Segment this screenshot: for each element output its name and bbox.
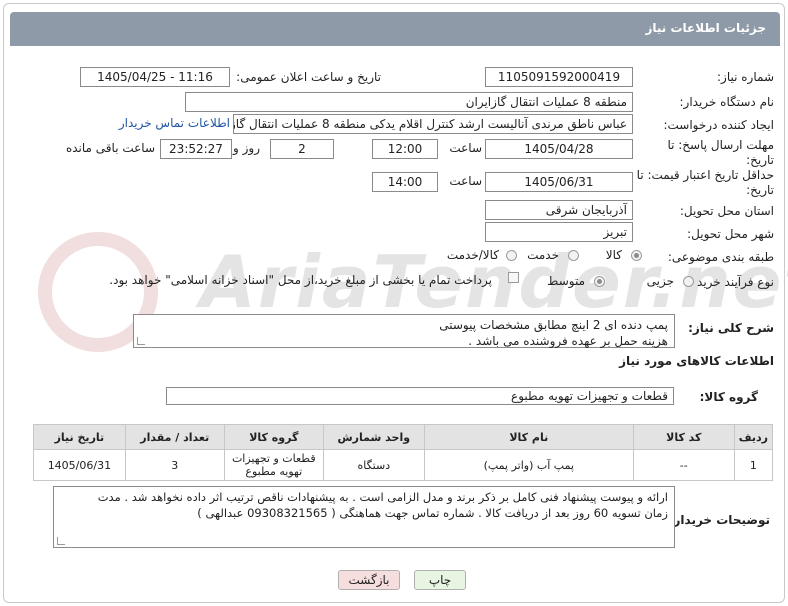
process-option-medium: متوسط bbox=[547, 274, 585, 288]
col-name: نام کالا bbox=[423, 424, 634, 450]
days-field: 2 bbox=[270, 139, 334, 159]
treasury-payment-note: پرداخت تمام یا بخشی از مبلغ خرید،از محل … bbox=[109, 273, 492, 287]
back-button[interactable]: بازگشت bbox=[338, 570, 400, 590]
days-label: روز و bbox=[233, 141, 260, 155]
panel-title: جزئیات اطلاعات نیاز bbox=[645, 21, 766, 35]
reply-date-field: 1405/04/28 bbox=[485, 139, 633, 159]
resize-grip-icon[interactable] bbox=[57, 537, 65, 545]
price-time-label: ساعت bbox=[449, 174, 482, 188]
category-radio-goods-service[interactable] bbox=[506, 250, 517, 261]
province-label: استان محل تحویل: bbox=[679, 204, 774, 218]
buyer-org-field: منطقه 8 عملیات انتقال گازایران bbox=[185, 92, 633, 112]
reply-time-field: 12:00 bbox=[372, 139, 438, 159]
cell-code: -- bbox=[632, 449, 735, 481]
cell-name: پمپ آب (واتر پمپ) bbox=[423, 449, 634, 481]
reply-time-label: ساعت bbox=[449, 141, 482, 155]
col-qty: تعداد / مقدار bbox=[124, 424, 225, 450]
city-label: شهر محل تحویل: bbox=[687, 227, 774, 241]
goods-section-title: اطلاعات کالاهای مورد نیاز bbox=[619, 354, 774, 368]
announce-label: تاریخ و ساعت اعلان عمومی: bbox=[236, 70, 381, 84]
cell-date: 1405/06/31 bbox=[33, 449, 126, 481]
print-button[interactable]: چاپ bbox=[414, 570, 466, 590]
price-time-field: 14:00 bbox=[372, 172, 438, 192]
col-group: گروه کالا bbox=[223, 424, 324, 450]
category-option-service: خدمت bbox=[527, 248, 559, 262]
description-line-2: هزینه حمل بر عهده فروشنده می باشد . bbox=[468, 334, 668, 348]
resize-grip-icon[interactable] bbox=[137, 337, 145, 345]
col-row: ردیف bbox=[733, 424, 774, 450]
process-label: نوع فرآیند خرید : bbox=[689, 275, 774, 289]
need-number-label: شماره نیاز: bbox=[717, 70, 774, 84]
col-code: کد کالا bbox=[632, 424, 735, 450]
buyer-notes-textarea[interactable]: ارائه و پیوست پیشنهاد فنی کامل بر ذکر بر… bbox=[53, 486, 675, 548]
remaining-label: ساعت باقی مانده bbox=[65, 141, 155, 155]
goods-group-field: قطعات و تجهیزات تهویه مطبوع bbox=[166, 387, 674, 405]
city-field: تبریز bbox=[485, 222, 633, 242]
col-unit: واحد شمارش bbox=[322, 424, 425, 450]
col-date: تاریخ نیاز bbox=[33, 424, 126, 450]
need-number-field: 1105091592000419 bbox=[485, 67, 633, 87]
goods-table-header: ردیف کد کالا نام کالا واحد شمارش گروه کا… bbox=[33, 424, 774, 450]
cell-group: قطعات و تجهیزات تهویه مطبوع bbox=[223, 449, 324, 481]
buyer-org-label: نام دستگاه خریدار: bbox=[679, 95, 775, 109]
creator-label: ایجاد کننده درخواست: bbox=[663, 118, 774, 132]
process-option-minor: جزیی bbox=[646, 274, 674, 288]
category-radio-service[interactable] bbox=[568, 250, 579, 261]
treasury-payment-checkbox[interactable] bbox=[508, 272, 519, 283]
price-date-field: 1405/06/31 bbox=[485, 172, 633, 192]
remaining-time-field: 23:52:27 bbox=[160, 139, 232, 159]
description-label: شرح کلی نیاز: bbox=[688, 321, 774, 335]
province-field: آذربایجان شرقی bbox=[485, 200, 633, 220]
buyer-notes-line-2: زمان تسویه 60 روز بعد از دریافت کالا . ش… bbox=[197, 506, 668, 520]
category-option-goods-service: کالا/خدمت bbox=[446, 248, 499, 262]
process-radio-medium[interactable] bbox=[594, 276, 605, 287]
category-label: طبقه بندی موضوعی: bbox=[667, 250, 774, 264]
buyer-notes-label: توضیحات خریدار: bbox=[668, 513, 770, 527]
description-line-1: پمپ دنده ای 2 اینچ مطابق مشخصات پیوستی bbox=[439, 318, 668, 332]
price-validity-label: حداقل تاریخ اعتبار قیمت: تا تاریخ: bbox=[636, 168, 774, 197]
panel-titlebar: جزئیات اطلاعات نیاز bbox=[10, 12, 780, 46]
process-radio-minor[interactable] bbox=[683, 276, 694, 287]
category-option-goods: کالا bbox=[605, 248, 622, 262]
buyer-contact-link[interactable]: اطلاعات تماس خریدار bbox=[119, 116, 230, 130]
cell-unit: دستگاه bbox=[322, 449, 425, 481]
description-textarea[interactable]: پمپ دنده ای 2 اینچ مطابق مشخصات پیوستی ه… bbox=[133, 314, 675, 348]
cell-row: 1 bbox=[733, 449, 774, 481]
goods-group-label: گروه کالا: bbox=[699, 390, 758, 404]
table-row: 1 -- پمپ آب (واتر پمپ) دستگاه قطعات و تج… bbox=[33, 449, 774, 481]
reply-deadline-label: مهلت ارسال پاسخ: تا تاریخ: bbox=[667, 138, 774, 167]
goods-table: ردیف کد کالا نام کالا واحد شمارش گروه کا… bbox=[33, 424, 774, 481]
category-radio-goods[interactable] bbox=[631, 250, 642, 261]
announce-field: 1405/04/25 - 11:16 bbox=[80, 67, 230, 87]
buyer-notes-line-1: ارائه و پیوست پیشنهاد فنی کامل بر ذکر بر… bbox=[97, 490, 668, 504]
creator-field: عباس ناطق مرندی آنالیست ارشد کنترل اقلام… bbox=[233, 114, 633, 134]
cell-qty: 3 bbox=[124, 449, 225, 481]
